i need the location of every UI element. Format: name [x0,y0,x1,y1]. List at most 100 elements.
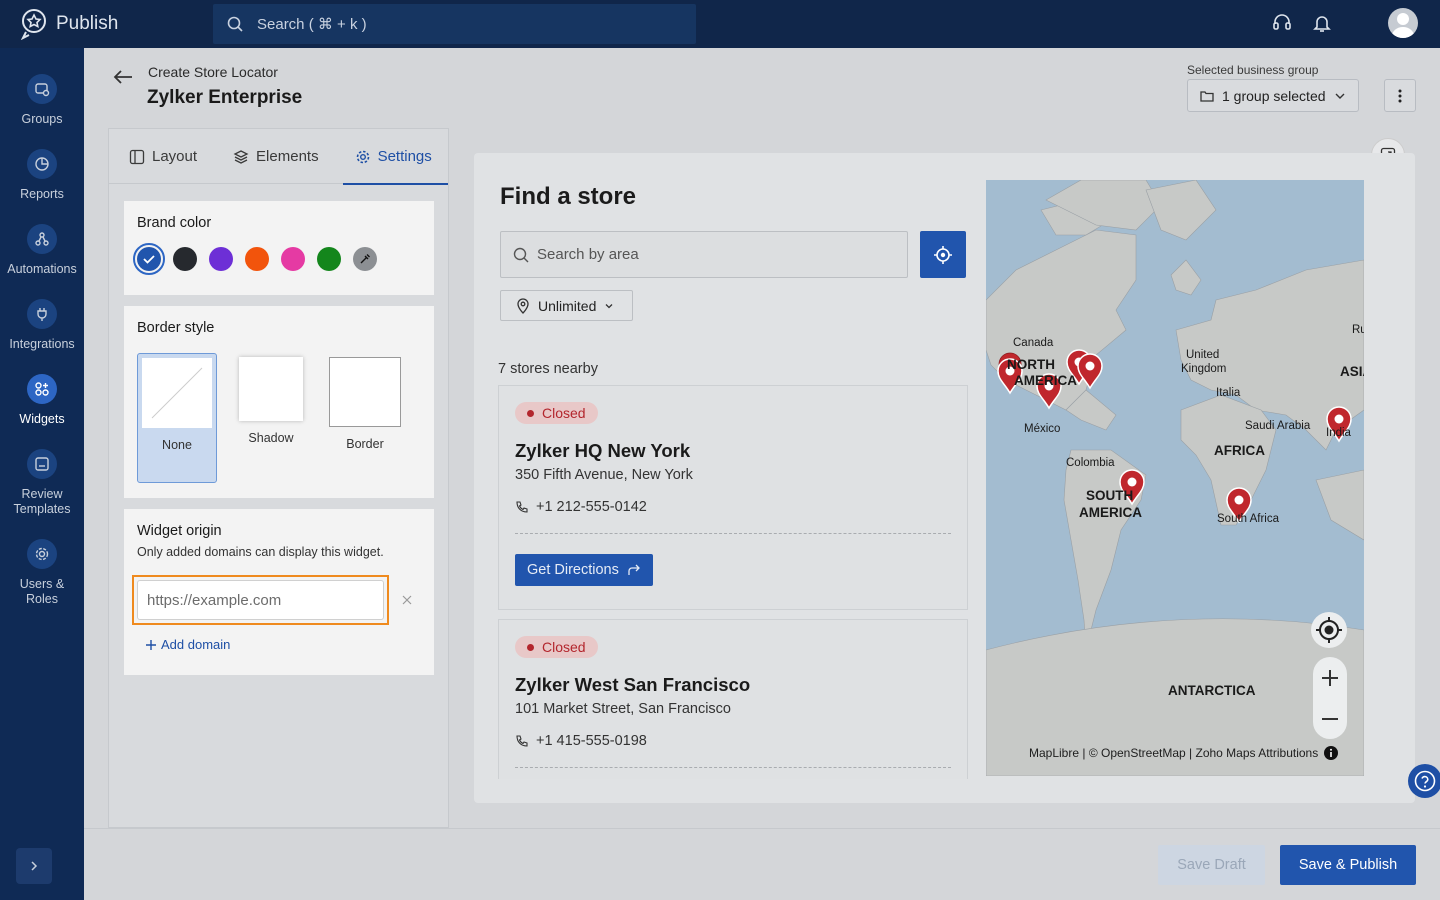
domain-input[interactable]: https://example.com [137,580,384,620]
info-icon[interactable] [1324,746,1339,760]
publish-logo-icon [20,9,46,40]
main-content: Create Store Locator Zylker Enterprise S… [84,48,1440,900]
store-phone: +1 415-555-0198 [536,733,647,749]
search-placeholder: Search ( ⌘ + k ) [257,16,367,33]
locate-me-button[interactable] [920,231,966,278]
radius-dropdown[interactable]: Unlimited [500,290,633,321]
map-label-antarctica: ANTARCTICA [1168,683,1256,698]
color-swatch[interactable] [317,247,341,271]
more-options-button[interactable] [1384,79,1416,112]
map-attribution-text[interactable]: MapLibre | © OpenStreetMap | Zoho Maps A… [1029,746,1318,760]
map-label-saudi-arabia: Saudi Arabia [1245,420,1311,432]
sidebar-item-label: Widgets [19,412,65,426]
sidebar-item-label: Integrations [9,337,75,351]
chevron-down-icon [605,303,613,308]
tab-label: Settings [377,148,432,165]
sidebar-expand-button[interactable] [16,848,52,884]
eyedropper-icon [360,254,370,264]
phone-icon [516,500,528,513]
border-option-none[interactable]: None [137,353,217,483]
search-icon [227,16,243,32]
map-label-south-africa: South Africa [1217,513,1280,525]
map-label-canada: Canada [1013,337,1054,349]
map-label-united: United [1186,349,1219,361]
save-draft-button[interactable]: Save Draft [1158,845,1265,885]
store-phone-row: +1 415-555-0198 [515,733,951,749]
store-address: 350 Fifth Avenue, New York [515,467,693,483]
folder-icon [1200,90,1214,102]
status-badge: Closed [515,402,598,424]
sidebar-item-users-roles[interactable]: Users & Roles [0,539,84,607]
map-zoom-controls [1313,657,1347,739]
zoom-out-icon[interactable] [1321,710,1339,728]
status-badge: Closed [515,636,598,658]
sidebar-item-automations[interactable]: Automations [0,224,84,277]
layers-icon [233,149,249,164]
map-label-america-n: AMERICA [1014,373,1077,388]
sidebar-item-groups[interactable]: Groups [0,74,84,127]
clear-domain-icon[interactable] [402,595,412,605]
editor-tabs: Layout Elements Settings [109,129,448,185]
user-avatar[interactable] [1388,8,1418,38]
location-pin-icon [517,297,529,314]
settings-gear-icon [356,150,369,163]
color-swatch[interactable] [173,247,197,271]
store-card[interactable]: Closed Zylker West San Francisco 101 Mar… [498,619,968,779]
border-option-border[interactable]: Border [325,353,405,483]
color-swatch[interactable] [281,247,305,271]
chevron-right-icon [31,861,38,871]
domain-field-highlight: https://example.com [132,575,389,625]
widgets-icon [35,382,49,396]
app-name: Publish [56,13,119,34]
divider [515,533,951,534]
business-group-label: Selected business group [1187,63,1319,77]
brand-color-swatches [133,243,421,275]
sidebar-item-label: Users & Roles [19,577,65,606]
groups-icon [35,83,50,97]
save-publish-button[interactable]: Save & Publish [1280,845,1416,885]
custom-color-picker[interactable] [353,247,377,271]
zoom-in-icon[interactable] [1321,669,1339,687]
tab-layout[interactable]: Layout [109,129,213,184]
border-option-shadow[interactable]: Shadow [231,353,311,483]
color-swatch[interactable] [209,247,233,271]
store-search-input[interactable]: Search by area [500,231,908,278]
help-button[interactable] [1408,764,1440,798]
map-locate-button[interactable] [1311,612,1347,648]
tab-elements[interactable]: Elements [213,129,335,184]
store-phone: +1 212-555-0142 [536,499,647,515]
support-headset-icon[interactable] [1272,13,1292,33]
map-attribution: MapLibre | © OpenStreetMap | Zoho Maps A… [1029,746,1339,760]
store-card[interactable]: Closed Zylker HQ New York 350 Fifth Aven… [498,385,968,610]
border-style-title: Border style [137,320,215,336]
page-subtitle: Create Store Locator [148,64,278,80]
sidebar: Groups Reports Automations Integrations … [0,48,84,900]
widget-origin-title: Widget origin [137,523,222,539]
back-arrow-icon[interactable] [112,66,134,88]
page-title: Zylker Enterprise [147,87,303,108]
border-style-card: Border style None Shadow Border [124,306,434,498]
store-search-placeholder: Search by area [537,246,639,263]
sidebar-item-reports[interactable]: Reports [0,149,84,202]
divider [515,767,951,768]
get-directions-button[interactable]: Get Directions [515,554,653,586]
editor-panel: Layout Elements Settings Brand color Bor… [108,128,449,828]
check-icon [143,255,155,264]
add-domain-button[interactable]: Add domain [145,637,230,652]
app-logo[interactable]: Publish [20,8,118,40]
sidebar-item-widgets[interactable]: Widgets [0,374,84,427]
tab-settings[interactable]: Settings [335,129,448,185]
notification-bell-icon[interactable] [1312,13,1332,33]
sidebar-item-review-templates[interactable]: Review Templates [0,449,84,517]
store-map[interactable]: Canada NORTH AMERICA México Colombia SOU… [986,180,1364,776]
widget-origin-card: Widget origin Only added domains can dis… [124,509,434,675]
sidebar-item-integrations[interactable]: Integrations [0,299,84,352]
color-swatch[interactable] [133,243,165,275]
plus-icon [146,639,156,650]
store-phone-row: +1 212-555-0142 [515,499,951,515]
global-search[interactable]: Search ( ⌘ + k ) [213,4,696,44]
directions-arrow-icon [628,564,640,575]
store-name: Zylker West San Francisco [515,674,751,695]
color-swatch[interactable] [245,247,269,271]
business-group-select[interactable]: 1 group selected [1187,79,1359,112]
